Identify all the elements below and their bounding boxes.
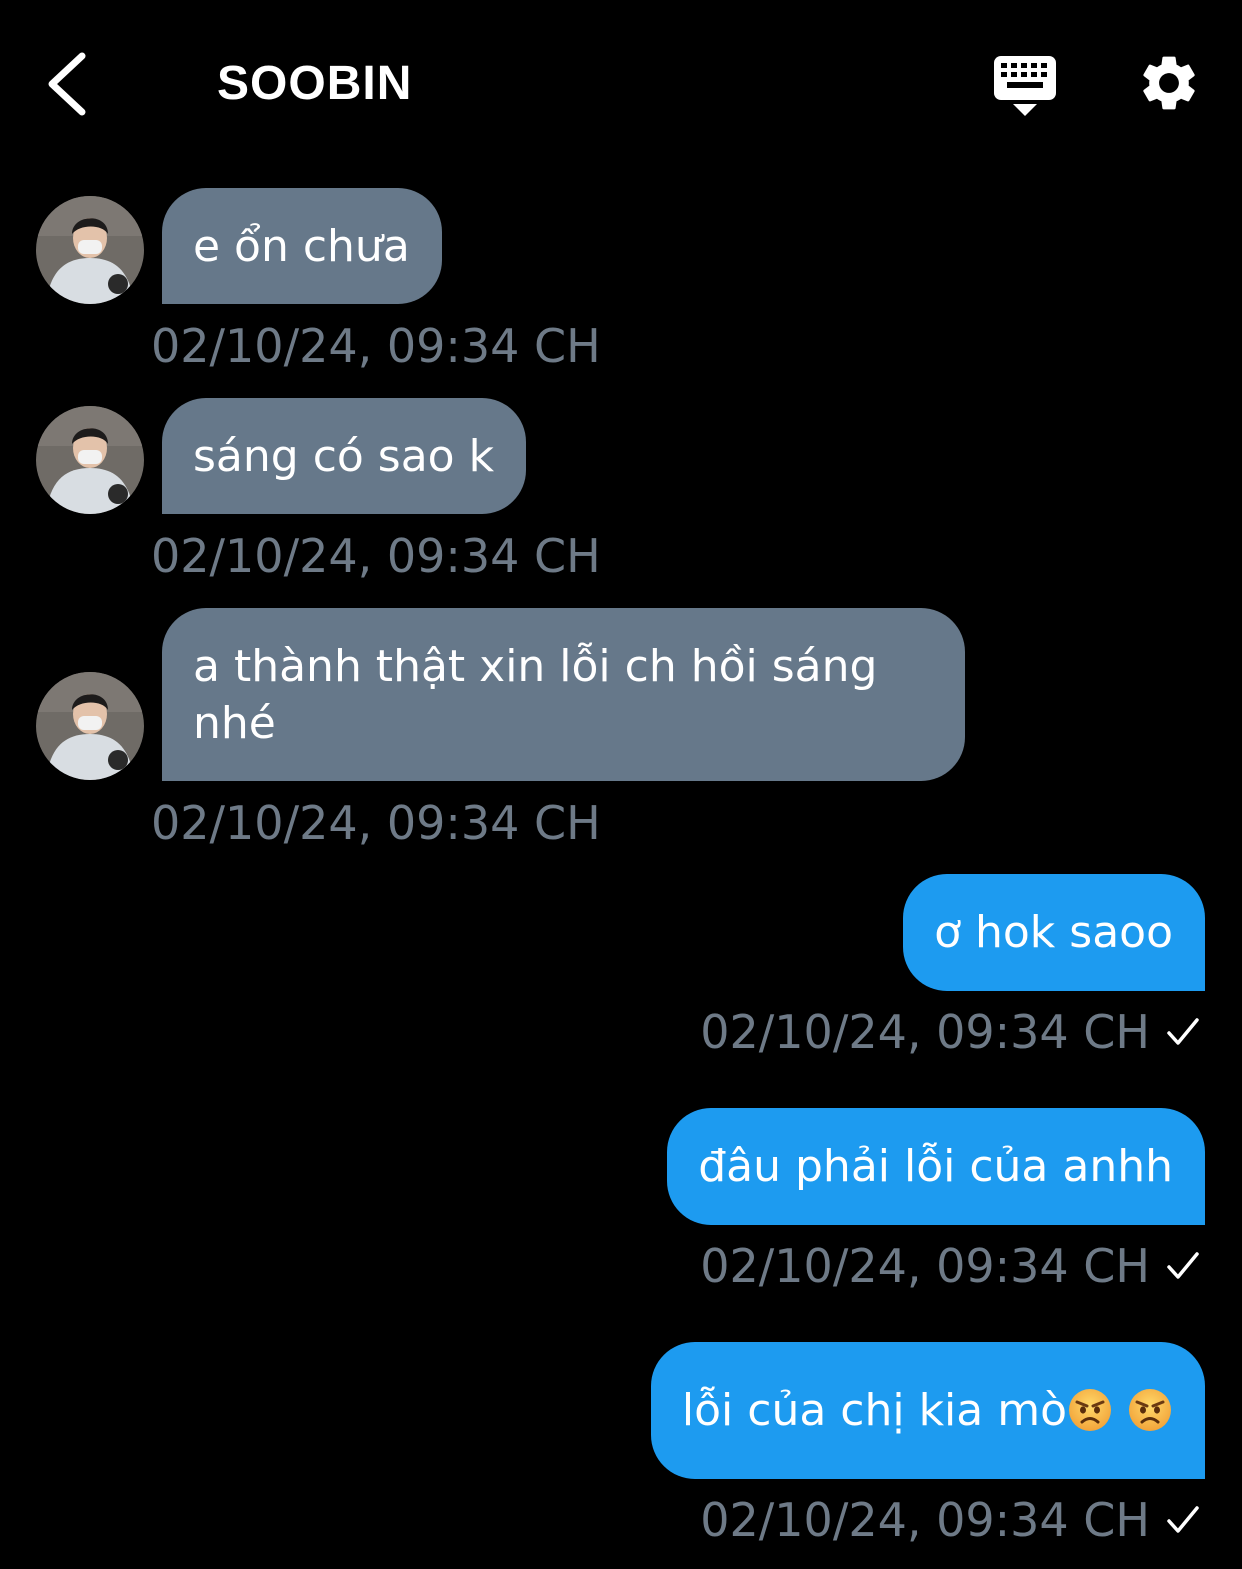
message-text: sáng có sao k — [193, 431, 495, 482]
settings-button[interactable] — [1136, 50, 1202, 116]
gear-icon — [1143, 56, 1195, 110]
back-button[interactable] — [38, 48, 102, 120]
contact-avatar[interactable] — [36, 196, 144, 304]
message-timestamp: 02/10/24, 09:34 CH — [700, 1004, 1200, 1060]
message-text: đâu phải lỗi của anhh — [698, 1141, 1173, 1192]
message-bubble-outgoing[interactable]: ơ hok saoo — [903, 874, 1205, 991]
chevron-left-icon — [48, 52, 86, 116]
message-timestamp: 02/10/24, 09:34 CH — [151, 529, 601, 583]
message-text: a thành thật xin lỗi ch hồi sáng nhé — [193, 641, 878, 749]
message-timestamp: 02/10/24, 09:34 CH — [151, 796, 601, 850]
check-icon — [1167, 1252, 1199, 1279]
message-bubble-outgoing[interactable]: đâu phải lỗi của anhh — [667, 1108, 1205, 1225]
message-timestamp: 02/10/24, 09:34 CH — [151, 319, 601, 373]
message-bubble-incoming[interactable]: sáng có sao k — [162, 398, 527, 514]
message-text: lỗi của chị kia mò — [681, 1385, 1067, 1436]
contact-avatar[interactable] — [36, 406, 144, 514]
chat-header: SOOBIN — [0, 0, 1242, 170]
angry-face-emoji — [1129, 1389, 1171, 1431]
message-text: ơ hok saoo — [934, 907, 1173, 958]
keyboard-hide-icon — [994, 56, 1056, 116]
conversation-title: SOOBIN — [217, 57, 413, 110]
message-text: e ổn chưa — [193, 221, 410, 272]
angry-face-emoji — [1069, 1389, 1111, 1431]
check-icon — [1167, 1506, 1199, 1533]
contact-avatar[interactable] — [36, 672, 144, 780]
message-timestamp: 02/10/24, 09:34 CH — [700, 1238, 1200, 1294]
message-bubble-incoming[interactable]: e ổn chưa — [162, 188, 442, 304]
message-bubble-incoming[interactable]: a thành thật xin lỗi ch hồi sáng nhé — [162, 608, 965, 781]
message-bubble-outgoing[interactable]: lỗi của chị kia mò — [650, 1342, 1205, 1479]
message-timestamp: 02/10/24, 09:34 CH — [700, 1492, 1200, 1548]
keyboard-toggle-button[interactable] — [990, 52, 1060, 120]
check-icon — [1167, 1018, 1199, 1045]
